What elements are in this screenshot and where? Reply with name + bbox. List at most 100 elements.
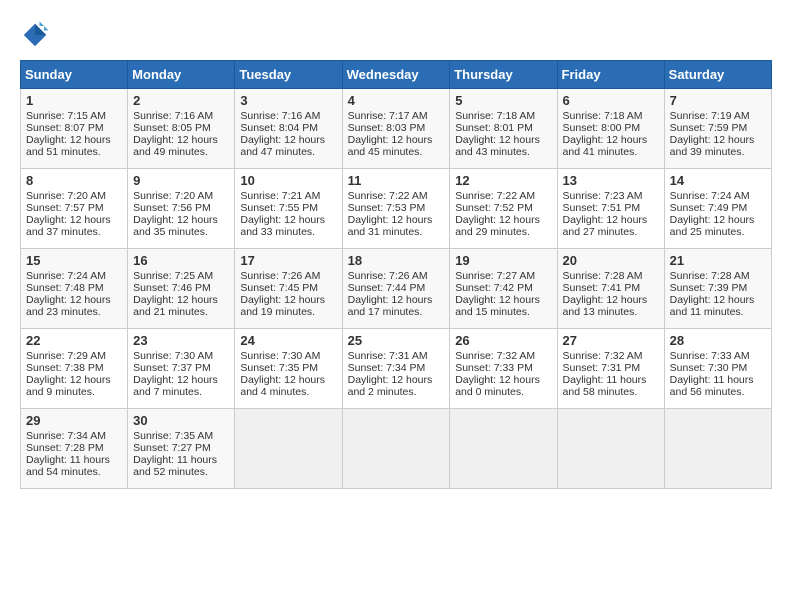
- day-number: 25: [348, 333, 445, 348]
- sunset-text: Sunset: 7:30 PM: [670, 362, 748, 374]
- calendar-cell: 16Sunrise: 7:25 AMSunset: 7:46 PMDayligh…: [128, 249, 235, 329]
- day-number: 24: [240, 333, 336, 348]
- calendar-table: SundayMondayTuesdayWednesdayThursdayFrid…: [20, 60, 772, 489]
- sunrise-text: Sunrise: 7:33 AM: [670, 350, 750, 362]
- calendar-cell: 13 Sunrise: 7:23 AMSunset: 7:51 PMDayligh…: [557, 169, 664, 249]
- daylight-label: Daylight: 12 hours and 39 minutes.: [670, 134, 755, 158]
- sunset-text: Sunset: 7:35 PM: [240, 362, 318, 374]
- sunrise-text: Sunrise: 7:32 AM: [563, 350, 643, 362]
- sunrise-text: Sunrise: 7:26 AM: [348, 270, 428, 282]
- sunset-text: Sunset: 7:34 PM: [348, 362, 426, 374]
- sunset-text: Sunset: 7:49 PM: [670, 202, 748, 214]
- sunrise-text: Sunrise: 7:30 AM: [133, 350, 213, 362]
- day-number: 1: [26, 93, 122, 108]
- header-tuesday: Tuesday: [235, 61, 342, 89]
- daylight-label: Daylight: 11 hours and 52 minutes.: [133, 454, 217, 478]
- calendar-cell: 23Sunrise: 7:30 AMSunset: 7:37 PMDayligh…: [128, 329, 235, 409]
- sunset-text: Sunset: 7:48 PM: [26, 282, 104, 294]
- sunrise-text: Sunrise: 7:15 AM: [26, 110, 106, 122]
- calendar-cell: 8Sunrise: 7:20 AMSunset: 7:57 PMDaylight…: [21, 169, 128, 249]
- day-number: 17: [240, 253, 336, 268]
- calendar-cell: [557, 409, 664, 489]
- calendar-cell: 25Sunrise: 7:31 AMSunset: 7:34 PMDayligh…: [342, 329, 450, 409]
- sunset-text: Sunset: 7:33 PM: [455, 362, 533, 374]
- daylight-label: Daylight: 12 hours and 27 minutes.: [563, 214, 648, 238]
- sunrise-text: Sunrise: 7:18 AM: [455, 110, 535, 122]
- sunset-text: Sunset: 7:53 PM: [348, 202, 426, 214]
- sunrise-text: Sunrise: 7:20 AM: [26, 190, 106, 202]
- day-number: 13: [563, 173, 659, 188]
- calendar-cell: 15Sunrise: 7:24 AMSunset: 7:48 PMDayligh…: [21, 249, 128, 329]
- logo: [20, 20, 54, 50]
- sunrise-text: Sunrise: 7:17 AM: [348, 110, 428, 122]
- calendar-cell: 1 Sunrise: 7:15 AMSunset: 8:07 PMDaylight…: [21, 89, 128, 169]
- calendar-cell: 24Sunrise: 7:30 AMSunset: 7:35 PMDayligh…: [235, 329, 342, 409]
- header-monday: Monday: [128, 61, 235, 89]
- sunrise-text: Sunrise: 7:34 AM: [26, 430, 106, 442]
- calendar-cell: [235, 409, 342, 489]
- sunset-text: Sunset: 8:00 PM: [563, 122, 641, 134]
- sunset-text: Sunset: 7:41 PM: [563, 282, 641, 294]
- sunset-text: Sunset: 7:51 PM: [563, 202, 641, 214]
- daylight-label: Daylight: 11 hours and 54 minutes.: [26, 454, 110, 478]
- calendar-cell: 5Sunrise: 7:18 AMSunset: 8:01 PMDaylight…: [450, 89, 557, 169]
- sunrise-text: Sunrise: 7:22 AM: [348, 190, 428, 202]
- calendar-cell: 2Sunrise: 7:16 AMSunset: 8:05 PMDaylight…: [128, 89, 235, 169]
- sunset-text: Sunset: 7:45 PM: [240, 282, 318, 294]
- calendar-cell: 3Sunrise: 7:16 AMSunset: 8:04 PMDaylight…: [235, 89, 342, 169]
- calendar-cell: 26Sunrise: 7:32 AMSunset: 7:33 PMDayligh…: [450, 329, 557, 409]
- sunset-text: Sunset: 7:52 PM: [455, 202, 533, 214]
- day-number: 27: [563, 333, 659, 348]
- sunset-text: Sunset: 8:07 PM: [26, 122, 104, 134]
- calendar-week-3: 15Sunrise: 7:24 AMSunset: 7:48 PMDayligh…: [21, 249, 772, 329]
- sunrise-text: Sunrise: 7:20 AM: [133, 190, 213, 202]
- day-number: 2: [133, 93, 229, 108]
- sunset-text: Sunset: 7:42 PM: [455, 282, 533, 294]
- sunrise-text: Sunrise: 7:32 AM: [455, 350, 535, 362]
- sunset-text: Sunset: 7:59 PM: [670, 122, 748, 134]
- calendar-cell: 6Sunrise: 7:18 AMSunset: 8:00 PMDaylight…: [557, 89, 664, 169]
- calendar-cell: 4Sunrise: 7:17 AMSunset: 8:03 PMDaylight…: [342, 89, 450, 169]
- sunrise-text: Sunrise: 7:23 AM: [563, 190, 643, 202]
- daylight-label: Daylight: 12 hours and 51 minutes.: [26, 134, 111, 158]
- day-number: 20: [563, 253, 659, 268]
- calendar-cell: 12Sunrise: 7:22 AMSunset: 7:52 PMDayligh…: [450, 169, 557, 249]
- calendar-cell: 21Sunrise: 7:28 AMSunset: 7:39 PMDayligh…: [664, 249, 771, 329]
- calendar-cell: 17Sunrise: 7:26 AMSunset: 7:45 PMDayligh…: [235, 249, 342, 329]
- day-number: 11: [348, 173, 445, 188]
- calendar-cell: 10Sunrise: 7:21 AMSunset: 7:55 PMDayligh…: [235, 169, 342, 249]
- daylight-label: Daylight: 11 hours and 58 minutes.: [563, 374, 647, 398]
- header-wednesday: Wednesday: [342, 61, 450, 89]
- logo-icon: [20, 20, 50, 50]
- sunrise-text: Sunrise: 7:30 AM: [240, 350, 320, 362]
- calendar-cell: [450, 409, 557, 489]
- sunrise-text: Sunrise: 7:26 AM: [240, 270, 320, 282]
- day-number: 5: [455, 93, 551, 108]
- daylight-label: Daylight: 12 hours and 37 minutes.: [26, 214, 111, 238]
- calendar-week-5: 29Sunrise: 7:34 AMSunset: 7:28 PMDayligh…: [21, 409, 772, 489]
- daylight-label: Daylight: 12 hours and 11 minutes.: [670, 294, 755, 318]
- sunset-text: Sunset: 8:03 PM: [348, 122, 426, 134]
- daylight-label: Daylight: 12 hours and 21 minutes.: [133, 294, 218, 318]
- sunset-text: Sunset: 7:27 PM: [133, 442, 211, 454]
- calendar-cell: [664, 409, 771, 489]
- sunrise-text: Sunrise: 7:25 AM: [133, 270, 213, 282]
- daylight-label: Daylight: 12 hours and 47 minutes.: [240, 134, 325, 158]
- daylight-label: Daylight: 12 hours and 25 minutes.: [670, 214, 755, 238]
- calendar-week-2: 8Sunrise: 7:20 AMSunset: 7:57 PMDaylight…: [21, 169, 772, 249]
- day-number: 14: [670, 173, 766, 188]
- sunset-text: Sunset: 7:28 PM: [26, 442, 104, 454]
- calendar-week-1: 1Sunrise: 7:15 AMSunset: 8:07 PMDaylight…: [21, 89, 772, 169]
- sunrise-text: Sunrise: 7:28 AM: [563, 270, 643, 282]
- header-friday: Friday: [557, 61, 664, 89]
- day-number: 30: [133, 413, 229, 428]
- daylight-label: Daylight: 12 hours and 35 minutes.: [133, 214, 218, 238]
- day-number: 15: [26, 253, 122, 268]
- sunset-text: Sunset: 7:37 PM: [133, 362, 211, 374]
- sunset-text: Sunset: 7:39 PM: [670, 282, 748, 294]
- calendar-cell: 11Sunrise: 7:22 AMSunset: 7:53 PMDayligh…: [342, 169, 450, 249]
- sunrise-text: Sunrise: 7:22 AM: [455, 190, 535, 202]
- sunset-text: Sunset: 8:04 PM: [240, 122, 318, 134]
- header-sunday: Sunday: [21, 61, 128, 89]
- day-number: 23: [133, 333, 229, 348]
